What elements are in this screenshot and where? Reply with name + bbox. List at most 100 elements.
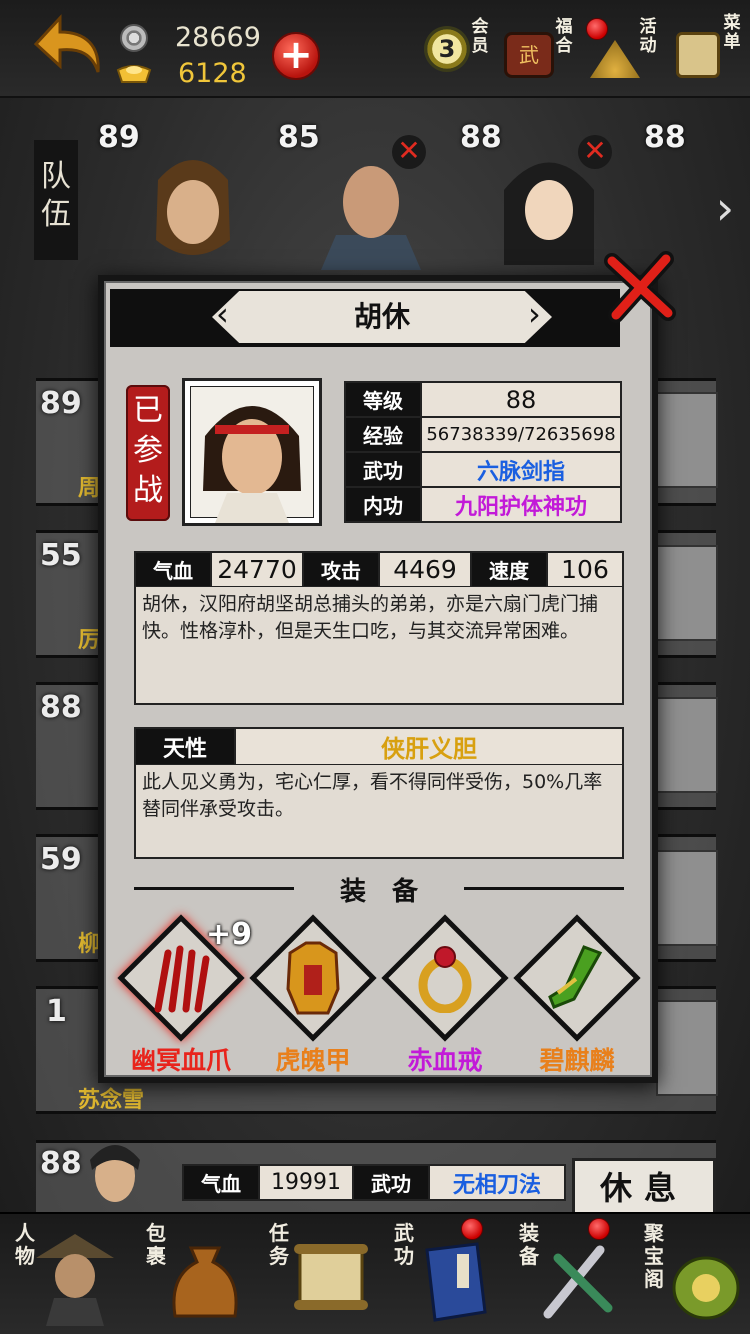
back-arrow-icon[interactable]	[26, 10, 106, 86]
menu-button[interactable]: 菜单	[672, 14, 741, 80]
equipment-icon	[543, 1245, 613, 1319]
hero-bio: 胡休，汉阳府胡坚胡总捕头的弟弟，亦是六扇门虎门捕快。性格淳朴，但是天生口吃，与其…	[134, 587, 624, 705]
equipment-slot[interactable]	[513, 914, 641, 1042]
list-item-level: 88	[40, 690, 82, 725]
team-tab[interactable]: 队伍	[34, 140, 78, 260]
remove-member-button[interactable]: ✕	[392, 135, 426, 169]
equipment-slot[interactable]	[381, 914, 509, 1042]
gift-button[interactable]: 武 福合	[500, 18, 573, 80]
enhance-level: +9	[206, 917, 253, 952]
nav-hero[interactable]: 人物	[0, 1214, 125, 1332]
chevron-right-icon[interactable]: ›	[708, 168, 742, 248]
nav-label: 武功	[394, 1221, 414, 1268]
hat-icon	[590, 40, 640, 78]
event-button[interactable]: 活动	[582, 18, 657, 80]
team-member-level: 88	[644, 120, 686, 155]
attack-value: 4469	[378, 551, 472, 588]
close-icon[interactable]	[604, 251, 676, 323]
nav-label: 包裹	[146, 1221, 166, 1268]
battle-button[interactable]	[656, 850, 718, 946]
equipment-divider: 装 备	[134, 871, 624, 907]
event-label: 活动	[639, 17, 657, 56]
trait-name: 侠肝义胆	[234, 727, 624, 766]
list-item-level: 1	[46, 994, 67, 1029]
hero-stats-table: 气血 24770 攻击 4469 速度 106	[134, 551, 624, 588]
task-scroll-icon	[294, 1244, 368, 1310]
inner-skill-value[interactable]: 九阳护体神功	[420, 486, 622, 523]
list-item-level: 89	[40, 386, 82, 421]
hero-name: 胡休	[353, 300, 410, 333]
inner-skill-label: 内功	[344, 486, 422, 523]
nav-task[interactable]: 任务	[250, 1214, 375, 1332]
equipment-title: 装 备	[339, 877, 418, 907]
list-item-name: 厉	[78, 628, 101, 653]
attack-label: 攻击	[302, 551, 380, 588]
skill-label: 武功	[344, 451, 422, 488]
silver-amount: 28669	[175, 22, 261, 53]
team-member-portrait[interactable]	[138, 140, 248, 270]
jade-boots-icon	[548, 945, 603, 1009]
hero-info-table: 等级 88 经验 56738339/72635698 武功 六脉剑指 内功 九阳…	[344, 381, 622, 523]
equipment-slot[interactable]	[249, 914, 377, 1042]
equipment-name: 幽冥血爪	[130, 1046, 231, 1075]
deployed-label: 已参战	[133, 393, 163, 508]
exp-value: 56738339/72635698	[420, 416, 622, 453]
red-ring-icon	[418, 946, 472, 1013]
list-item-level: 88	[40, 1146, 82, 1181]
battle-button[interactable]	[656, 1000, 718, 1096]
nav-equipment[interactable]: 装备	[500, 1214, 625, 1332]
equipment-name: 碧麒麟	[539, 1046, 615, 1075]
exp-label: 经验	[344, 416, 422, 453]
silver-coin-icon	[120, 24, 148, 52]
stat-label: 气血	[182, 1164, 260, 1201]
list-item-level: 59	[40, 842, 82, 877]
recharge-button[interactable]: +	[272, 32, 320, 80]
rest-button[interactable]: 休息	[572, 1158, 716, 1216]
list-item-name: 苏念雪	[78, 1088, 145, 1113]
skill-book-icon	[425, 1242, 487, 1322]
hero-portrait-icon	[203, 406, 301, 523]
speed-label: 速度	[470, 551, 548, 588]
equipment-name: 虎魄甲	[275, 1046, 351, 1075]
list-item-stats: 气血 19991 武功 无相刀法	[182, 1164, 566, 1201]
trait-header: 天性 侠肝义胆	[134, 727, 624, 766]
deployed-badge: 已参战	[126, 385, 170, 521]
gold-ingot-icon	[116, 65, 152, 83]
level-label: 等级	[344, 381, 422, 418]
gift-label: 福合	[555, 17, 573, 56]
menu-label: 菜单	[723, 13, 741, 52]
skill-value[interactable]: 六脉剑指	[420, 451, 622, 488]
hero-icon	[36, 1234, 114, 1326]
hero-portrait	[182, 378, 322, 526]
hp-label: 气血	[134, 551, 212, 588]
vip-level: 3	[438, 35, 456, 63]
level-value: 88	[420, 381, 622, 418]
battle-button[interactable]	[656, 545, 718, 641]
hero-detail-dialog: ‹ › 胡休 已参战 等级 88 经验 56738339/72635698 武功…	[98, 251, 676, 1083]
stat-label: 武功	[352, 1164, 430, 1201]
scroll-icon	[676, 32, 720, 78]
nav-label: 装备	[519, 1221, 539, 1268]
skill-value: 无相刀法	[428, 1164, 566, 1201]
hp-value: 24770	[210, 551, 304, 588]
vip-badge-icon: 3	[424, 26, 470, 72]
rest-button[interactable]	[656, 392, 718, 488]
list-item-level: 55	[40, 538, 82, 573]
trait-label: 天性	[134, 727, 236, 766]
team-member-level: 85	[278, 120, 320, 155]
treasure-icon	[672, 1256, 740, 1320]
nav-skill[interactable]: 武功	[375, 1214, 500, 1332]
nav-treasure[interactable]: 聚宝阁	[625, 1214, 750, 1332]
rest-button[interactable]	[656, 697, 718, 793]
vip-button[interactable]: 3 会员	[420, 18, 489, 80]
remove-member-button[interactable]: ✕	[578, 135, 612, 169]
nav-bag[interactable]: 包裹	[125, 1214, 250, 1332]
team-label: 队伍	[41, 159, 71, 232]
trait-description: 此人见义勇为，宅心仁厚，看不得同伴受伤，50%几率替同伴承受攻击。	[134, 765, 624, 859]
notification-dot-icon	[588, 1218, 610, 1240]
gift-box-icon: 武	[504, 32, 554, 78]
gold-amount: 6128	[178, 58, 247, 89]
speed-value: 106	[546, 551, 624, 588]
blood-claw-icon	[154, 945, 210, 1013]
hero-portrait-icon	[90, 1145, 140, 1202]
